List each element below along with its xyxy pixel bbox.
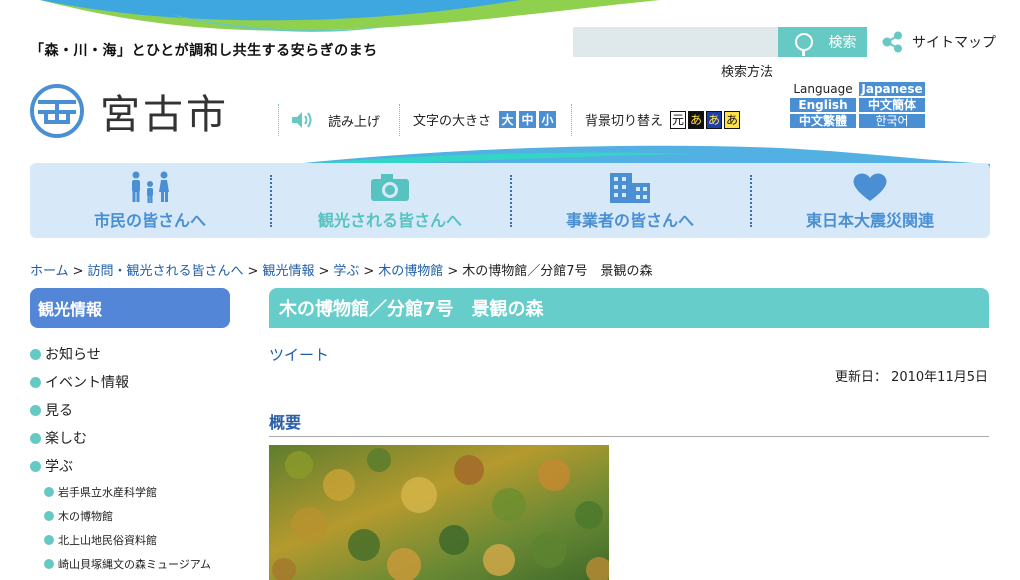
sidebar-title: 観光情報 bbox=[30, 288, 230, 328]
sitemap-label: サイトマップ bbox=[912, 35, 996, 51]
breadcrumb-separator: > bbox=[318, 264, 330, 279]
building-icon bbox=[610, 172, 650, 203]
breadcrumb-separator: > bbox=[363, 264, 375, 279]
nav-label-businesses: 事業者の皆さんへ bbox=[565, 210, 694, 230]
sidebar-item-label: イベント情報 bbox=[45, 375, 129, 391]
nav-item-residents[interactable]: 市民の皆さんへ bbox=[30, 163, 270, 238]
sidebar-item-label: 楽しむ bbox=[45, 431, 87, 447]
section-heading: 概要 bbox=[269, 409, 989, 437]
breadcrumb-link-learn[interactable]: 学ぶ bbox=[333, 264, 359, 279]
bg-blue-button[interactable]: あ bbox=[706, 110, 723, 129]
search-input[interactable] bbox=[573, 27, 778, 57]
lang-chinese-traditional[interactable]: 中文繁體 bbox=[790, 114, 856, 128]
main-navigation: 市民の皆さんへ 観光される皆さんへ 事業者の皆さんへ 東日本大震災関連 bbox=[30, 163, 990, 238]
site-logo[interactable]: 宮古市 bbox=[30, 82, 229, 140]
toolbar-divider bbox=[278, 104, 279, 136]
bullet-icon bbox=[44, 511, 54, 521]
bullet-icon bbox=[30, 404, 41, 416]
bullet-icon bbox=[30, 460, 41, 472]
breadcrumb-link-visitors[interactable]: 訪問・観光される皆さんへ bbox=[88, 264, 244, 279]
breadcrumb-separator: > bbox=[447, 264, 459, 279]
lang-english[interactable]: English bbox=[790, 98, 856, 112]
nav-label-tourists: 観光される皆さんへ bbox=[317, 210, 462, 230]
toolbar-divider bbox=[571, 104, 572, 136]
bullet-icon bbox=[44, 487, 54, 497]
bullet-icon bbox=[44, 535, 54, 545]
read-aloud-label: 読み上げ bbox=[328, 114, 381, 130]
heart-icon bbox=[853, 173, 887, 201]
language-label: Language bbox=[793, 82, 853, 96]
sidebar-subitem-label: 北上山地民俗資料館 bbox=[58, 534, 157, 547]
city-tagline: 「森・川・海」とひとが調和し共生する安らぎのまち bbox=[30, 43, 378, 59]
lang-chinese-simplified[interactable]: 中文簡体 bbox=[859, 98, 925, 112]
nav-label-residents: 市民の皆さんへ bbox=[93, 210, 206, 230]
sidebar-item-label: お知らせ bbox=[45, 347, 101, 363]
bullet-icon bbox=[30, 348, 41, 360]
search-method-link[interactable]: 検索方法 bbox=[721, 61, 773, 80]
language-selector: Language Japanese English 中文簡体 中文繁體 한국어 bbox=[790, 82, 925, 130]
city-name: 宮古市 bbox=[100, 92, 229, 138]
lang-korean[interactable]: 한국어 bbox=[859, 114, 925, 128]
breadcrumb-separator: > bbox=[72, 264, 84, 279]
page-title: 木の博物館／分館7号 景観の森 bbox=[269, 288, 989, 328]
text-size-large-button[interactable]: 大 bbox=[499, 111, 517, 128]
sidebar-item-enjoy[interactable]: 楽しむ bbox=[30, 424, 211, 452]
updated-date: 更新日： 2010年11月5日 bbox=[834, 370, 988, 385]
sidebar-item-events[interactable]: イベント情報 bbox=[30, 368, 211, 396]
nav-item-tourists[interactable]: 観光される皆さんへ bbox=[270, 163, 510, 238]
breadcrumb-link-home[interactable]: ホーム bbox=[30, 264, 69, 279]
header-wave-decoration bbox=[40, 0, 660, 32]
sidebar-subitem-label: 岩手県立水産科学館 bbox=[58, 486, 157, 499]
bg-yellow-button[interactable]: あ bbox=[724, 110, 741, 129]
lang-japanese[interactable]: Japanese bbox=[859, 82, 925, 96]
breadcrumb-separator: > bbox=[247, 264, 259, 279]
sidebar-subitem-fisheries-museum[interactable]: 岩手県立水産科学館 bbox=[30, 480, 211, 504]
breadcrumb-link-tourism[interactable]: 観光情報 bbox=[262, 264, 314, 279]
breadcrumb-link-wood-museum[interactable]: 木の博物館 bbox=[378, 264, 443, 279]
sidebar-subitem-jomon-museum[interactable]: 崎山貝塚縄文の森ミュージアム bbox=[30, 552, 211, 576]
sidebar-subitem-label: 崎山貝塚縄文の森ミュージアム bbox=[58, 558, 212, 571]
text-size-small-button[interactable]: 小 bbox=[539, 111, 557, 128]
speaker-icon bbox=[292, 112, 312, 128]
sitemap-link[interactable]: サイトマップ bbox=[882, 31, 996, 53]
sidebar-menu: お知らせ イベント情報 見る 楽しむ 学ぶ 岩手県立水産科学館 木の博物館 北上… bbox=[30, 340, 211, 576]
city-emblem-icon bbox=[30, 84, 84, 138]
sidebar-item-news[interactable]: お知らせ bbox=[30, 340, 211, 368]
sidebar-subitem-wood-museum[interactable]: 木の博物館 bbox=[30, 504, 211, 528]
bg-default-button[interactable]: 元 bbox=[670, 110, 687, 129]
bg-black-button[interactable]: あ bbox=[688, 110, 705, 129]
text-size-medium-button[interactable]: 中 bbox=[519, 111, 537, 128]
sidebar-subitem-label: 木の博物館 bbox=[58, 510, 113, 523]
search-icon bbox=[794, 33, 813, 56]
sidebar-item-label: 見る bbox=[45, 403, 73, 419]
background-switch-label: 背景切り替え bbox=[585, 114, 664, 129]
family-icon bbox=[132, 171, 169, 203]
nav-item-earthquake[interactable]: 東日本大震災関連 bbox=[750, 163, 990, 238]
forest-photo bbox=[269, 445, 609, 580]
share-icon bbox=[882, 31, 902, 53]
bullet-icon bbox=[44, 559, 54, 569]
breadcrumb: ホーム > 訪問・観光される皆さんへ > 観光情報 > 学ぶ > 木の博物館 > 木の博物館／分館7… bbox=[30, 260, 653, 279]
text-size-label: 文字の大きさ bbox=[413, 114, 492, 129]
nav-label-earthquake: 東日本大震災関連 bbox=[805, 210, 934, 230]
nav-item-businesses[interactable]: 事業者の皆さんへ bbox=[510, 163, 750, 238]
bullet-icon bbox=[30, 376, 41, 388]
sidebar-subitem-folk-museum[interactable]: 北上山地民俗資料館 bbox=[30, 528, 211, 552]
background-switch-control: 背景切り替え 元 あ あ あ bbox=[585, 110, 741, 129]
tweet-link[interactable]: ツイート bbox=[269, 344, 329, 365]
text-size-control: 文字の大きさ 大 中 小 bbox=[413, 110, 557, 129]
breadcrumb-current: 木の博物館／分館7号 景観の森 bbox=[462, 264, 653, 279]
sidebar-item-learn[interactable]: 学ぶ bbox=[30, 452, 211, 480]
camera-icon bbox=[371, 173, 409, 201]
toolbar-divider bbox=[399, 104, 400, 136]
read-aloud-button[interactable]: 読み上げ bbox=[290, 108, 380, 132]
search-button[interactable]: 検索 bbox=[778, 27, 867, 57]
bullet-icon bbox=[30, 432, 41, 444]
search-button-label: 検索 bbox=[828, 35, 857, 51]
sidebar-item-see[interactable]: 見る bbox=[30, 396, 211, 424]
sidebar-item-label: 学ぶ bbox=[45, 459, 73, 475]
